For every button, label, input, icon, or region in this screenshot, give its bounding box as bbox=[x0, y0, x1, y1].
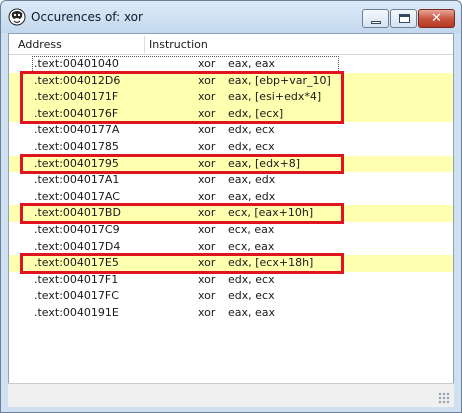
table-row[interactable]: .text:004017A1 xor eax, edx bbox=[9, 172, 453, 189]
operands-cell: eax, edx bbox=[228, 173, 276, 187]
address-cell: .text:004017A1 bbox=[34, 173, 120, 187]
rows-container: .text:00401040 xor eax, eax .text:004012D6 x… bbox=[9, 56, 453, 356]
operands-cell: ecx, eax bbox=[228, 239, 275, 253]
annotation-box bbox=[20, 153, 344, 175]
mnemonic-cell: xor bbox=[198, 272, 216, 286]
mnemonic-cell: xor bbox=[198, 57, 216, 70]
mnemonic-cell: xor bbox=[198, 140, 216, 153]
status-bar bbox=[8, 383, 454, 407]
resize-grip-icon[interactable] bbox=[438, 392, 450, 404]
address-cell: .text:004017AC bbox=[34, 189, 120, 203]
column-header-instruction[interactable]: Instruction bbox=[149, 38, 208, 51]
operands-cell: eax, eax bbox=[228, 57, 276, 70]
address-cell: .text:004017D4 bbox=[34, 239, 121, 253]
column-header-address[interactable]: Address bbox=[18, 38, 62, 51]
annotation-box bbox=[20, 203, 344, 224]
mnemonic-cell: xor bbox=[198, 123, 216, 137]
mnemonic-cell: xor bbox=[198, 189, 216, 203]
operands-cell: edx, ecx bbox=[228, 123, 275, 137]
minimize-button[interactable] bbox=[362, 9, 389, 28]
address-cell: .text:00401785 bbox=[34, 140, 119, 153]
mnemonic-cell: xor bbox=[198, 306, 216, 319]
annotation-box bbox=[20, 253, 344, 274]
title-bar[interactable]: Occurences of: xor ✕ bbox=[1, 1, 461, 33]
maximize-button[interactable] bbox=[390, 9, 417, 28]
close-icon: ✕ bbox=[431, 11, 442, 26]
occurrences-window: Occurences of: xor ✕ Address Instruction… bbox=[0, 0, 462, 413]
window-title: Occurences of: xor bbox=[31, 10, 143, 24]
mnemonic-cell: xor bbox=[198, 289, 216, 303]
mnemonic-cell: xor bbox=[198, 223, 216, 236]
maximize-icon bbox=[399, 14, 410, 23]
address-cell: .text:0040191E bbox=[34, 306, 119, 319]
address-cell: .text:004017FC bbox=[34, 289, 119, 303]
mnemonic-cell: xor bbox=[198, 239, 216, 253]
app-icon[interactable] bbox=[8, 8, 26, 26]
operands-cell: edx, ecx bbox=[228, 272, 275, 286]
table-row[interactable]: .text:004017C9 xor ecx, eax bbox=[9, 222, 453, 239]
address-cell: .text:0040177A bbox=[34, 123, 120, 137]
table-row[interactable]: .text:0040191E xor eax, eax bbox=[9, 305, 453, 322]
operands-cell: edx, ecx bbox=[228, 140, 275, 153]
close-button[interactable]: ✕ bbox=[418, 9, 455, 28]
address-cell: .text:004017C9 bbox=[34, 223, 120, 236]
results-list[interactable]: Address Instruction .text:00401040 xor eax… bbox=[8, 33, 454, 407]
operands-cell: edx, ecx bbox=[228, 289, 275, 303]
operands-cell: eax, edx bbox=[228, 189, 276, 203]
table-row[interactable]: .text:004017FC xor edx, ecx bbox=[9, 288, 453, 305]
address-cell: .text:00401040 bbox=[34, 57, 119, 70]
address-cell: .text:004017F1 bbox=[34, 272, 119, 286]
table-row[interactable]: .text:004017F1 xor edx, ecx bbox=[9, 272, 453, 289]
mnemonic-cell: xor bbox=[198, 173, 216, 187]
minimize-icon bbox=[371, 21, 381, 24]
operands-cell: ecx, eax bbox=[228, 223, 275, 236]
column-divider[interactable] bbox=[144, 36, 145, 53]
table-row[interactable]: .text:0040177A xor edx, ecx bbox=[9, 122, 453, 139]
list-header: Address Instruction bbox=[9, 34, 453, 55]
operands-cell: eax, eax bbox=[228, 306, 276, 319]
annotation-box bbox=[20, 70, 344, 125]
